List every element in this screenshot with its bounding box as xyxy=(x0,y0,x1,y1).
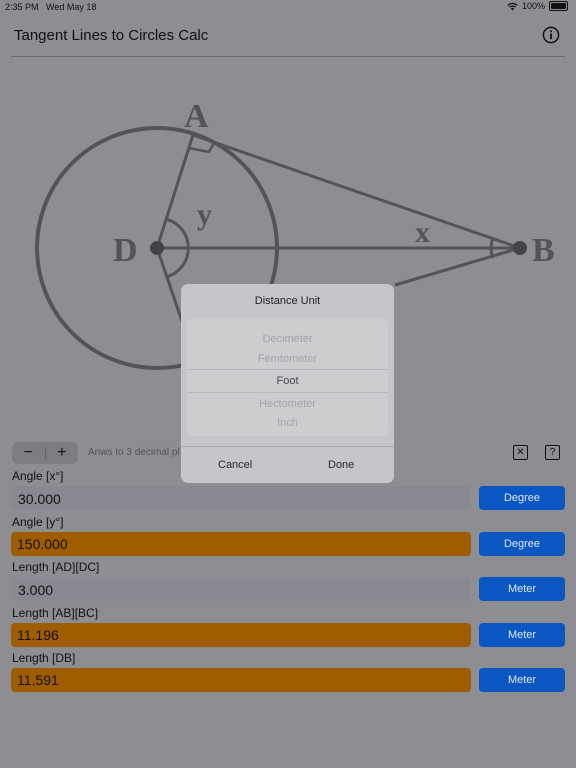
label-d: D xyxy=(113,232,138,269)
label-b: B xyxy=(532,232,555,269)
dialog-title: Distance Unit xyxy=(254,295,321,307)
length-ad-input[interactable]: 3.000 xyxy=(11,577,471,601)
picker-selection-bottom xyxy=(187,392,388,393)
angle-y-unit-button[interactable]: Degree xyxy=(479,532,565,556)
length-ab-label: Length [AB][BC] xyxy=(12,606,99,620)
nav-divider xyxy=(11,56,565,57)
length-ad-unit-button[interactable]: Meter xyxy=(479,577,565,601)
increment-button[interactable]: + xyxy=(46,442,79,464)
label-x: x xyxy=(415,216,430,249)
length-ad-label: Length [AD][DC] xyxy=(12,560,100,574)
length-ab-unit-button[interactable]: Meter xyxy=(479,623,565,647)
status-date: Wed May 18 xyxy=(46,2,97,12)
precision-label: Anws to 3 decimal pl xyxy=(88,447,180,458)
angle-y-result: 150.000 xyxy=(11,532,471,556)
cancel-button[interactable]: Cancel xyxy=(218,459,252,471)
length-ab-result: 11.196 xyxy=(11,623,471,647)
done-button[interactable]: Done xyxy=(328,459,354,471)
info-circle-icon[interactable] xyxy=(542,26,560,44)
page-title: Tangent Lines to Circles Calc xyxy=(14,27,209,44)
angle-x-input[interactable]: 30.000 xyxy=(11,486,471,510)
line-ab xyxy=(192,133,521,250)
dialog-divider xyxy=(181,446,394,447)
picker-option[interactable]: Inch xyxy=(187,417,388,429)
picker-option-selected[interactable]: Foot xyxy=(187,375,388,387)
length-db-label: Length [DB] xyxy=(12,651,76,665)
picker-selection-top xyxy=(187,369,388,370)
status-right: 100% xyxy=(507,1,568,11)
picker-option[interactable]: Hectometer xyxy=(187,398,388,410)
precision-stepper[interactable]: − + xyxy=(12,442,78,464)
angle-x-unit-button[interactable]: Degree xyxy=(479,486,565,510)
distance-unit-dialog: Distance Unit Decimeter Femtometer Foot … xyxy=(181,284,394,483)
label-a: A xyxy=(184,98,209,135)
status-time: 2:35 PM xyxy=(5,2,39,12)
point-b xyxy=(513,241,527,255)
question-box-icon[interactable]: ? xyxy=(545,445,560,460)
angle-x-label: Angle [x°] xyxy=(12,469,64,483)
battery-icon xyxy=(549,1,568,11)
decrement-button[interactable]: − xyxy=(12,442,45,464)
x-box-icon[interactable]: ✕ xyxy=(513,445,528,460)
wifi-icon xyxy=(507,2,518,10)
picker-option[interactable]: Femtometer xyxy=(187,353,388,365)
picker-option[interactable]: Decimeter xyxy=(187,333,388,345)
unit-picker[interactable]: Decimeter Femtometer Foot Hectometer Inc… xyxy=(187,318,388,436)
length-db-unit-button[interactable]: Meter xyxy=(479,668,565,692)
length-db-result: 11.591 xyxy=(11,668,471,692)
line-da xyxy=(155,134,195,249)
status-bar: 2:35 PM Wed May 18 100% xyxy=(0,0,576,14)
label-y: y xyxy=(197,198,212,231)
battery-percent: 100% xyxy=(521,1,545,11)
line-cb xyxy=(394,246,521,287)
angle-y-label: Angle [y°] xyxy=(12,515,64,529)
point-d xyxy=(150,241,164,255)
